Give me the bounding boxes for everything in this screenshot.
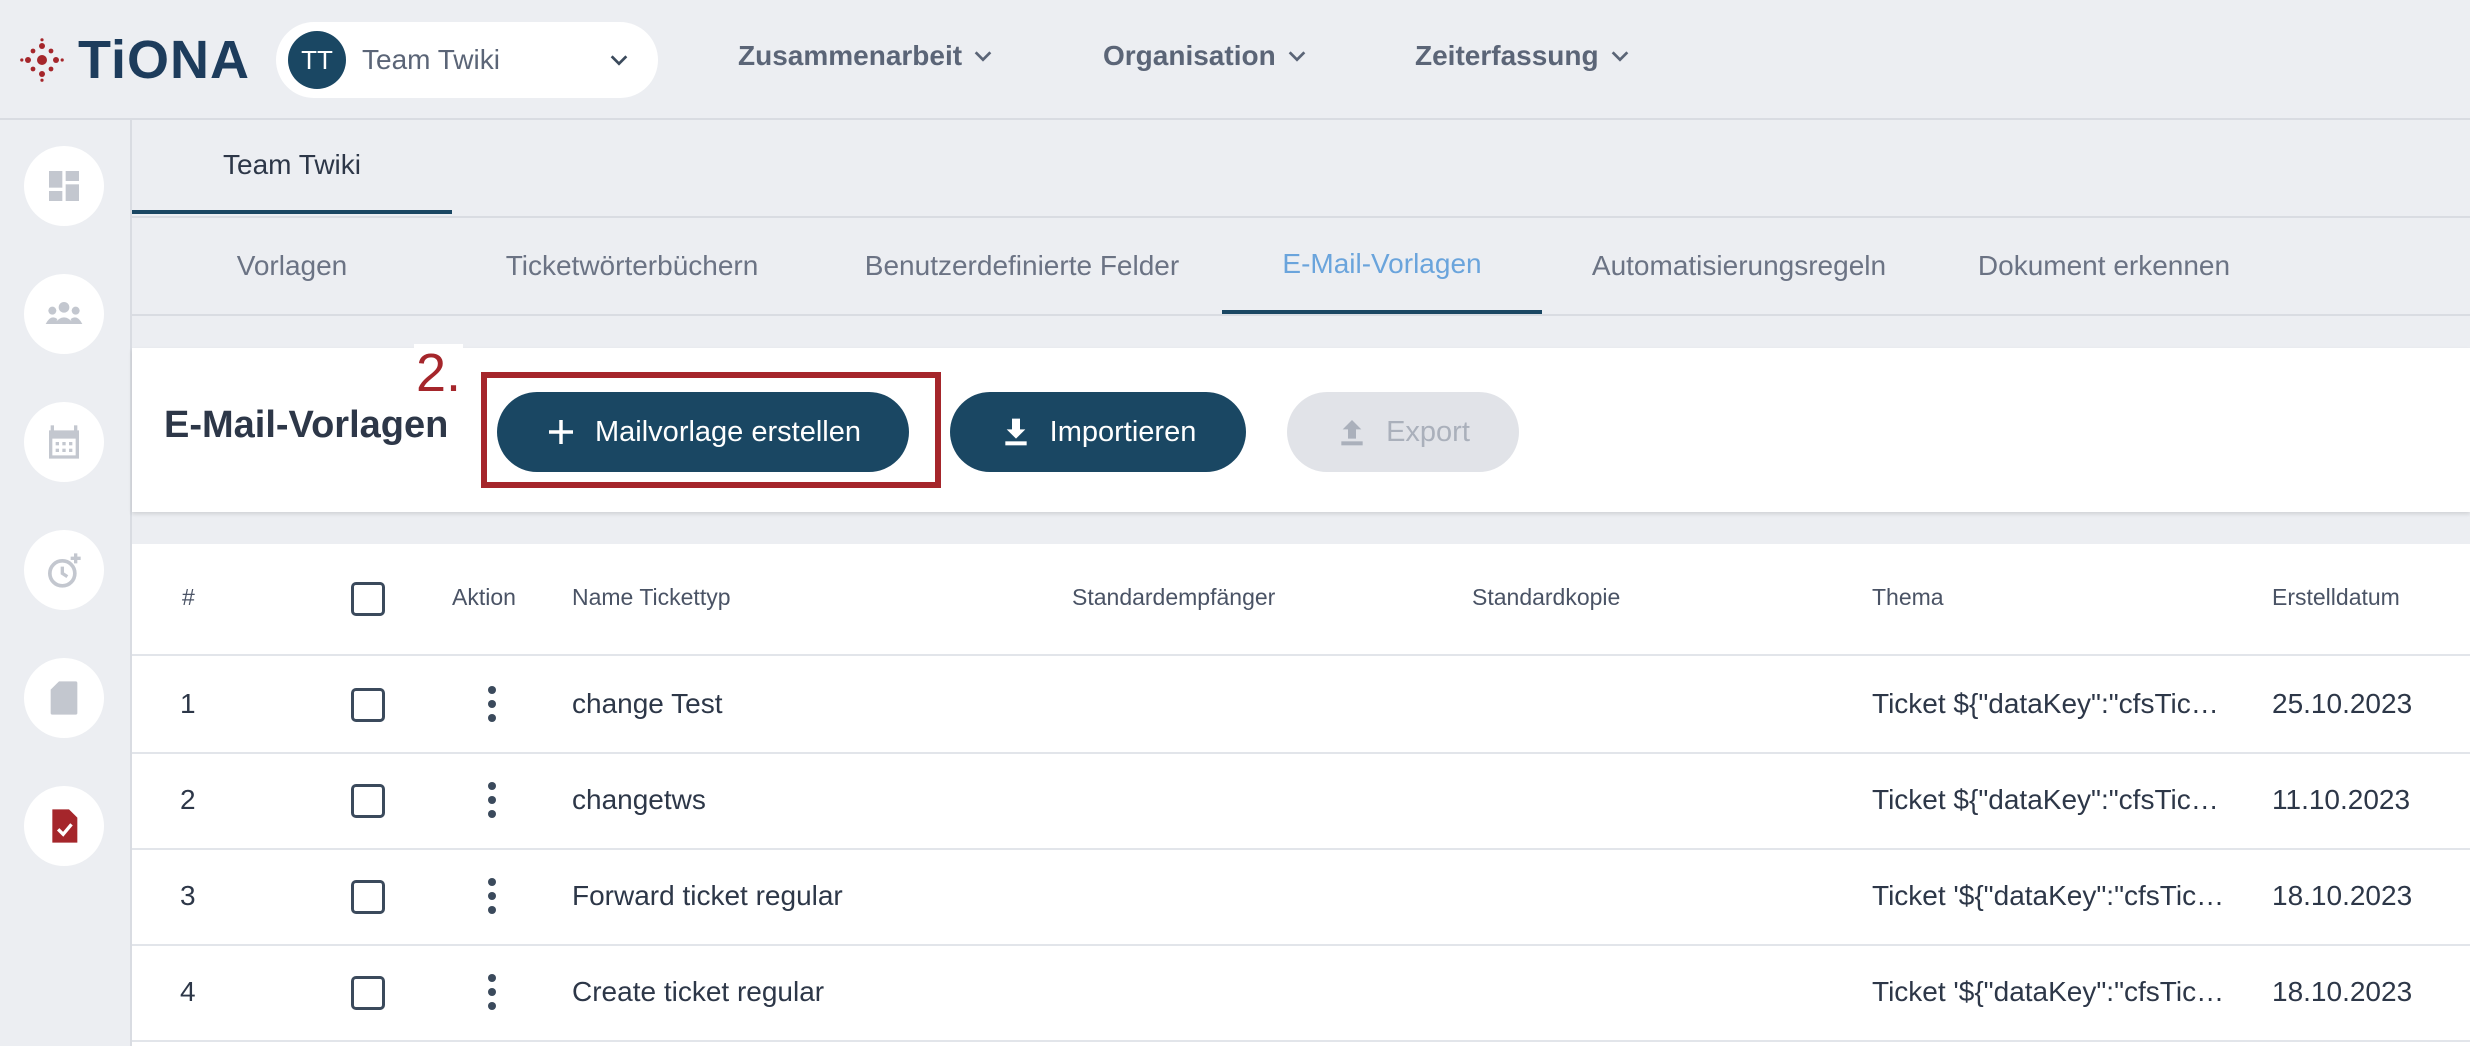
header-recipient[interactable]: Standardempfänger (1072, 584, 1275, 611)
import-button[interactable]: Importieren (950, 392, 1246, 472)
page-title: E-Mail-Vorlagen (164, 404, 449, 446)
email-templates-table: # Aktion Name Tickettyp Standardempfänge… (132, 544, 2470, 1046)
header-created[interactable]: Erstelldatum (2272, 584, 2400, 611)
header-name[interactable]: Name Tickettyp (572, 584, 731, 611)
toolbar-card: E-Mail-Vorlagen 2. Mailvorlage erstellen… (132, 344, 2470, 512)
table-row[interactable]: 2 changetws Ticket ${"dataKey":"cfsTick.… (132, 752, 2470, 850)
table-row[interactable]: 4 Create ticket regular Ticket '${"dataK… (132, 944, 2470, 1042)
row-subject: Ticket ${"dataKey":"cfsTick... (1872, 784, 2228, 815)
row-checkbox[interactable] (351, 784, 385, 818)
row-name: changetws (572, 784, 706, 815)
upload-icon (1341, 420, 1363, 446)
select-all-checkbox[interactable] (351, 582, 385, 616)
nav-menu-organisation[interactable]: Organisation (1103, 40, 1308, 72)
export-button[interactable]: Export (1287, 392, 1519, 472)
left-rail (0, 120, 132, 1046)
rail-storage-button[interactable] (24, 658, 104, 738)
export-button-label: Export (1386, 415, 1470, 448)
tab-ticketwoerterbuechern[interactable]: Ticketwörterbüchern (466, 218, 798, 314)
chevron-down-icon (974, 51, 992, 62)
team-select[interactable]: TT Team Twiki (276, 22, 658, 98)
row-checkbox[interactable] (351, 880, 385, 914)
rail-dashboard-button[interactable] (24, 146, 104, 226)
task-icon (52, 809, 78, 843)
row-index: 1 (180, 688, 196, 719)
row-created: 18.10.2023 (2272, 976, 2413, 1007)
table-row[interactable]: 3 Forward ticket regular Ticket '${"data… (132, 848, 2470, 946)
row-created: 25.10.2023 (2272, 688, 2413, 719)
people-icon (45, 302, 83, 324)
nav-menu-label: Organisation (1103, 40, 1276, 71)
tiona-logo-icon (20, 38, 64, 82)
team-tabbar: Team Twiki (132, 120, 2470, 218)
header-index: # (182, 584, 195, 610)
chevron-down-icon (610, 55, 628, 66)
tab-automatisierungsregeln[interactable]: Automatisierungsregeln (1554, 218, 1924, 314)
rail-people-button[interactable] (24, 274, 104, 354)
row-index: 4 (180, 976, 196, 1007)
dashboard-icon (49, 171, 79, 201)
header-subject[interactable]: Thema (1872, 584, 1944, 611)
import-button-label: Importieren (1049, 415, 1197, 448)
tab-vorlagen[interactable]: Vorlagen (132, 218, 452, 314)
team-select-label: Team Twiki (362, 44, 500, 75)
time-add-icon (48, 553, 81, 588)
more-vert-icon[interactable] (487, 684, 497, 724)
table-row[interactable]: 1 change Test Ticket ${"dataKey":"cfsTic… (132, 656, 2470, 754)
more-vert-icon[interactable] (487, 876, 497, 916)
row-checkbox[interactable] (351, 976, 385, 1010)
download-icon (1004, 418, 1027, 446)
rail-time-button[interactable] (24, 530, 104, 610)
settings-tabs: Vorlagen Ticketwörterbüchern Benutzerdef… (132, 218, 2470, 316)
header-action: Aktion (452, 584, 516, 610)
calendar-icon (49, 425, 79, 459)
logo-text: TiONA (78, 30, 251, 90)
nav-menu-zeiterfassung[interactable]: Zeiterfassung (1415, 40, 1631, 72)
table-header: # Aktion Name Tickettyp Standardempfänge… (132, 544, 2470, 656)
top-bar: TiONA TT Team Twiki Zusammenarbeit Organ… (0, 0, 2470, 120)
nav-menu-label: Zeiterfassung (1415, 40, 1599, 71)
create-button-label: Mailvorlage erstellen (595, 415, 861, 448)
tab-dokument-erkennen[interactable]: Dokument erkennen (1954, 218, 2254, 314)
plus-icon (549, 420, 574, 444)
chevron-down-icon (1611, 51, 1628, 62)
row-index: 3 (180, 880, 196, 911)
row-name: Forward ticket regular (572, 880, 843, 911)
tab-benutzerdefinierte-felder[interactable]: Benutzerdefinierte Felder (820, 218, 1224, 314)
row-name: change Test (572, 688, 723, 719)
team-avatar: TT (288, 31, 346, 89)
sd-card-icon (50, 681, 78, 715)
row-name: Create ticket regular (572, 976, 825, 1007)
tab-team-twiki[interactable]: Team Twiki (132, 120, 452, 214)
row-checkbox[interactable] (351, 688, 385, 722)
chevron-down-icon (1288, 51, 1306, 62)
nav-menu-zusammenarbeit[interactable]: Zusammenarbeit (738, 40, 994, 72)
row-index: 2 (180, 784, 196, 815)
logo[interactable]: TiONA (20, 30, 250, 90)
more-vert-icon[interactable] (487, 780, 497, 820)
row-subject: Ticket '${"dataKey":"cfsTick... (1872, 976, 2228, 1007)
row-created: 11.10.2023 (2272, 784, 2411, 815)
create-mail-template-button[interactable]: Mailvorlage erstellen (497, 392, 909, 472)
step-label: 2. (414, 343, 464, 403)
rail-tasks-button[interactable] (24, 786, 104, 866)
more-vert-icon[interactable] (487, 972, 497, 1012)
row-subject: Ticket ${"dataKey":"cfsTick... (1872, 688, 2228, 719)
row-subject: Ticket '${"dataKey":"cfsTick... (1872, 880, 2228, 911)
nav-menu-label: Zusammenarbeit (738, 40, 963, 71)
header-cc[interactable]: Standardkopie (1472, 584, 1620, 611)
rail-calendar-button[interactable] (24, 402, 104, 482)
row-created: 18.10.2023 (2272, 880, 2413, 911)
tab-email-vorlagen[interactable]: E-Mail-Vorlagen (1222, 218, 1542, 314)
